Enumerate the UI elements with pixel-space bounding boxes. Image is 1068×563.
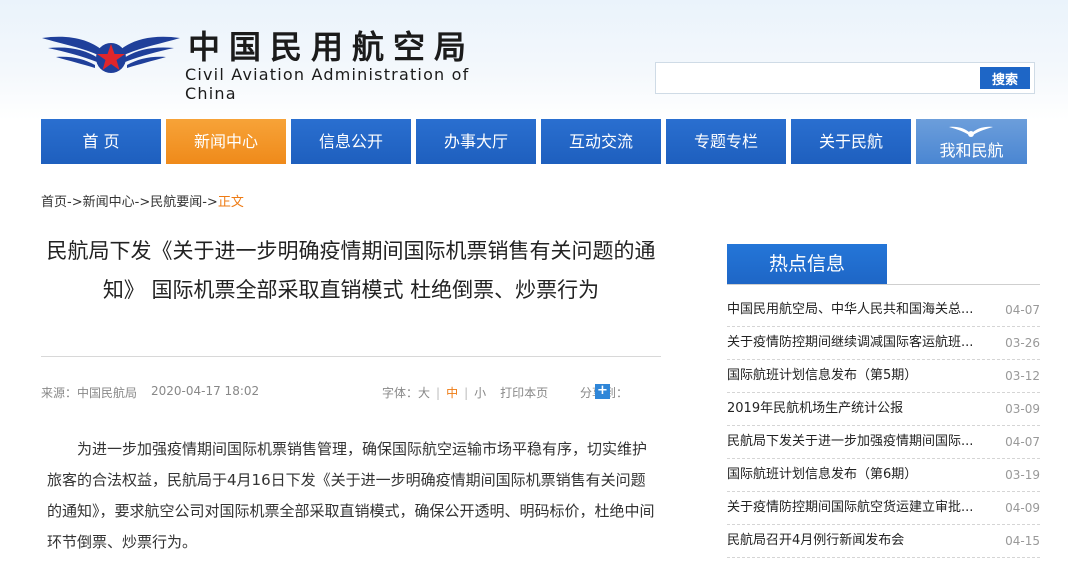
article-body: 为进一步加强疫情期间国际机票销售管理，确保国际航空运输市场平稳有序，切实维护旅客… — [47, 440, 655, 551]
breadcrumb-news-center[interactable]: 新闻中心 — [83, 195, 135, 210]
nav-me-and-aviation[interactable]: 我和民航 — [916, 119, 1027, 164]
breadcrumb-separator: -> — [67, 195, 83, 210]
list-item-date: 03-19 — [1005, 468, 1040, 482]
list-item-title[interactable]: 关于疫情防控期间国际航空货运建立审批... — [727, 492, 993, 524]
article-title: 民航局下发《关于进一步明确疫情期间国际机票销售有关问题的通知》 国际机票全部采取… — [46, 239, 656, 302]
caac-emblem-icon — [42, 36, 180, 73]
breadcrumb-separator: -> — [134, 195, 151, 210]
wings-icon — [949, 126, 993, 137]
list-item[interactable]: 关于疫情防控期间继续调减国际客运航班... 03-26 — [727, 327, 1040, 360]
nav-me-and-aviation-label: 我和民航 — [939, 141, 1004, 160]
article-meta: 来源：中国民航局 2020-04-17 18:02 字体：大|中|小打印本页 分… — [41, 384, 661, 402]
list-item-title[interactable]: 关于疫情防控期间继续调减国际客运航班... — [727, 327, 993, 359]
search-input[interactable] — [662, 67, 962, 89]
list-item-title[interactable]: 国际航班计划信息发布（第6期） — [727, 459, 993, 491]
tools-separator: | — [464, 386, 469, 400]
article-tools: 字体：大 | 中 | 小打印本页 — [382, 384, 548, 401]
nav-service-hall[interactable]: 办事大厅 — [416, 119, 536, 164]
article-source: 来源：中国民航局 — [41, 386, 138, 400]
list-item-title[interactable]: 民航局下发关于进一步加强疫情期间国际... — [727, 426, 993, 458]
font-small-link[interactable]: 小 — [474, 386, 486, 400]
logo-english-name: Civil Aviation Administration of China — [185, 65, 470, 103]
list-item-date: 03-09 — [1005, 402, 1040, 416]
list-item-title[interactable]: 中国民用航空局、中华人民共和国海关总... — [727, 294, 993, 326]
list-item[interactable]: 2019年民航机场生产统计公报 03-09 — [727, 393, 1040, 426]
list-item[interactable]: 民航局下发关于进一步加强疫情期间国际... 04-07 — [727, 426, 1040, 459]
nav-info-disclosure[interactable]: 信息公开 — [291, 119, 411, 164]
site-logo[interactable]: 中国民用航空局 Civil Aviation Administration of… — [40, 22, 520, 103]
search-button[interactable]: 搜索 — [980, 67, 1030, 89]
main-nav: 首 页 新闻中心 信息公开 办事大厅 互动交流 专题专栏 关于民航 我和民航 — [41, 119, 1027, 164]
list-item-date: 04-07 — [1005, 303, 1040, 317]
list-item[interactable]: 国际航班计划信息发布（第5期） 03-12 — [727, 360, 1040, 393]
font-medium-link[interactable]: 中 — [446, 386, 458, 400]
breadcrumb-current: 正文 — [217, 195, 244, 210]
list-item[interactable]: 关于疫情防控期间国际航空货运建立审批... 04-09 — [727, 492, 1040, 525]
nav-special-topics[interactable]: 专题专栏 — [666, 119, 786, 164]
share-plus-icon[interactable]: + — [595, 384, 610, 399]
search-box: 搜索 — [655, 62, 1035, 94]
font-large-link[interactable]: 大 — [418, 386, 430, 400]
list-item-date: 03-12 — [1005, 369, 1040, 383]
hot-info-list: 中国民用航空局、中华人民共和国海关总... 04-07 关于疫情防控期间继续调减… — [727, 294, 1040, 558]
list-item[interactable]: 中国民用航空局、中华人民共和国海关总... 04-07 — [727, 294, 1040, 327]
list-item[interactable]: 国际航班计划信息发布（第6期） 03-19 — [727, 459, 1040, 492]
list-item-date: 03-26 — [1005, 336, 1040, 350]
nav-news-center[interactable]: 新闻中心 — [166, 119, 286, 164]
tools-separator: | — [436, 386, 441, 400]
nav-about[interactable]: 关于民航 — [791, 119, 911, 164]
hot-info-title[interactable]: 热点信息 — [727, 244, 887, 284]
list-item-title[interactable]: 2019年民航机场生产统计公报 — [727, 393, 993, 425]
nav-home[interactable]: 首 页 — [41, 119, 161, 164]
sidebar-divider — [727, 284, 1040, 285]
list-item-date: 04-07 — [1005, 435, 1040, 449]
breadcrumb: 首页->新闻中心->民航要闻->正文 — [41, 191, 244, 210]
breadcrumb-home[interactable]: 首页 — [41, 195, 67, 210]
breadcrumb-separator: -> — [202, 195, 218, 210]
list-item-date: 04-09 — [1005, 501, 1040, 515]
list-item[interactable]: 民航局召开4月例行新闻发布会 04-15 — [727, 525, 1040, 558]
font-size-label: 字体： — [382, 386, 419, 400]
article-date: 2020-04-17 18:02 — [151, 384, 260, 398]
list-item-title[interactable]: 国际航班计划信息发布（第5期） — [727, 360, 993, 392]
title-divider — [41, 356, 661, 357]
breadcrumb-aviation-news[interactable]: 民航要闻 — [150, 195, 202, 210]
print-link[interactable]: 打印本页 — [500, 386, 548, 400]
logo-chinese-name: 中国民用航空局 — [188, 28, 476, 66]
list-item-title[interactable]: 民航局召开4月例行新闻发布会 — [727, 525, 993, 557]
list-item-date: 04-15 — [1005, 534, 1040, 548]
nav-interaction[interactable]: 互动交流 — [541, 119, 661, 164]
